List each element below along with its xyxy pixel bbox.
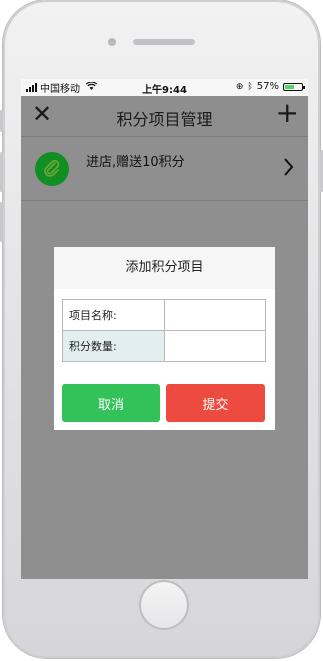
submit-button[interactable]: 提交: [166, 384, 265, 422]
form-row-points: 积分数量:: [62, 330, 269, 362]
cancel-button[interactable]: 取消: [62, 384, 160, 422]
form-row-name: 项目名称:: [62, 299, 269, 331]
paperclip-icon: [35, 152, 69, 186]
front-camera: [108, 38, 116, 46]
project-name-label: 项目名称:: [62, 299, 165, 331]
status-right: ⊕ ᛒ 57%: [235, 81, 305, 92]
navigation-bar: ✕ 积分项目管理 +: [21, 96, 308, 137]
page-title: 积分项目管理: [116, 110, 213, 129]
points-amount-input[interactable]: [165, 331, 269, 361]
add-points-dialog: 添加积分项目 项目名称: 积分数量: 取消 提交: [54, 247, 275, 430]
battery-icon: [283, 82, 305, 91]
battery-percent: 57%: [256, 81, 279, 92]
volume-up-button: [0, 152, 3, 192]
form-table: 项目名称: 积分数量:: [62, 299, 269, 362]
volume-down-button: [0, 202, 3, 242]
phone-frame: 中国移动 上午9:44 ⊕ ᛒ 57% ✕ 积分项目管理 + 进店,赠送10积分…: [0, 0, 323, 658]
points-amount-cell: [164, 330, 269, 362]
bluetooth-icon: ᛒ: [247, 81, 253, 92]
project-name-cell: [164, 299, 269, 331]
list-item-label: 进店,赠送10积分: [86, 155, 185, 170]
home-button[interactable]: [139, 580, 189, 630]
project-name-input[interactable]: [165, 300, 269, 330]
chevron-right-icon: [283, 157, 294, 182]
dialog-title: 添加积分项目: [54, 247, 275, 289]
points-amount-label: 积分数量:: [62, 330, 165, 362]
earpiece-speaker: [133, 39, 195, 45]
list-item[interactable]: 进店,赠送10积分: [21, 137, 308, 201]
screen: 中国移动 上午9:44 ⊕ ᛒ 57% ✕ 积分项目管理 + 进店,赠送10积分…: [21, 79, 308, 579]
mute-switch: [0, 110, 3, 132]
orientation-lock-icon: ⊕: [235, 81, 244, 92]
add-icon[interactable]: +: [276, 99, 299, 127]
status-bar: 中国移动 上午9:44 ⊕ ᛒ 57%: [21, 79, 308, 96]
